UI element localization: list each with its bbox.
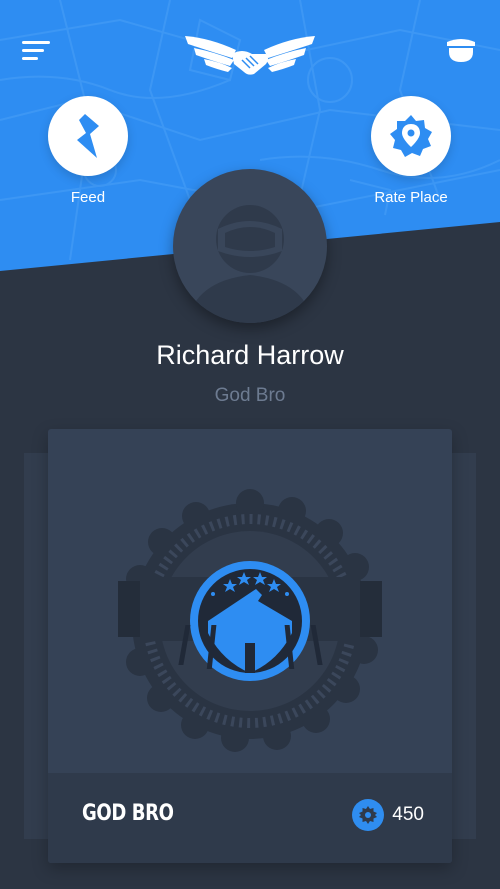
user-placeholder-icon: [187, 205, 313, 323]
badge-name: GOD BRO: [82, 801, 174, 826]
menu-line: [22, 49, 44, 52]
points-display: 450: [352, 799, 424, 831]
gear-badge-icon: [352, 799, 385, 831]
badge-card-footer: GOD BRO 450: [48, 773, 452, 863]
lightning-icon: [77, 114, 99, 158]
eagle-shield-emblem: [48, 429, 452, 773]
location-pin-icon: [390, 115, 432, 157]
profile-screen: Feed Rate Place Richard Harrow God Bro G…: [0, 0, 500, 889]
menu-line: [22, 57, 38, 60]
user-title: God Bro: [214, 385, 286, 406]
winged-handshake-logo: [180, 28, 320, 80]
feed-label: Feed: [70, 189, 106, 206]
menu-line: [22, 41, 50, 44]
menu-button[interactable]: [22, 38, 54, 64]
user-name: Richard Harrow: [156, 340, 344, 370]
avatar[interactable]: [173, 169, 327, 323]
cap-icon[interactable]: [444, 36, 478, 66]
points-value: 450: [392, 804, 424, 825]
rate-place-button[interactable]: [371, 96, 451, 176]
feed-button[interactable]: [48, 96, 128, 176]
badge-card[interactable]: GOD BRO 450: [48, 429, 452, 863]
rate-place-label: Rate Place: [374, 189, 448, 206]
